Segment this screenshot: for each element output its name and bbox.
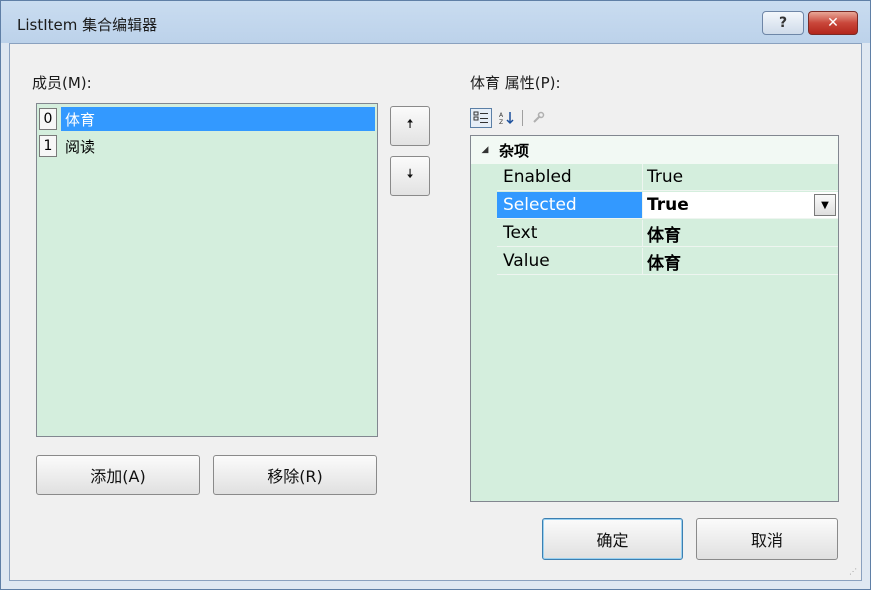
member-text: 体育 — [61, 107, 375, 131]
dialog-client-area: 成员(M): 0 体育 1 阅读 🠅 🠇 添加(A) 移除(R) 体育 属性(P… — [9, 43, 862, 581]
categorized-glyph — [473, 111, 488, 123]
wrench-glyph — [533, 111, 545, 123]
collection-editor-window: ListItem 集合编辑器 ? ✕ 成员(M): 0 体育 1 阅读 🠅 🠇 … — [0, 0, 871, 590]
wrench-icon[interactable] — [527, 108, 549, 128]
title-bar[interactable]: ListItem 集合编辑器 ? ✕ — [1, 1, 870, 43]
window-title: ListItem 集合编辑器 — [17, 16, 158, 34]
property-name: Enabled — [497, 164, 643, 191]
members-list[interactable]: 0 体育 1 阅读 — [36, 103, 378, 437]
property-value-editor[interactable]: True ▼ — [643, 192, 838, 219]
property-value[interactable]: 体育 — [643, 248, 838, 275]
property-name: Selected — [497, 192, 643, 219]
property-value[interactable]: True — [643, 164, 838, 191]
member-index: 0 — [39, 108, 57, 130]
property-row-text[interactable]: Text 体育 — [471, 220, 838, 248]
resize-grip-icon[interactable]: ⋰ — [849, 567, 857, 576]
collapse-triangle-icon[interactable]: ◢ — [471, 145, 499, 155]
toolbar-separator — [522, 110, 523, 126]
category-label: 杂项 — [499, 141, 530, 160]
property-grid[interactable]: ◢ 杂项 Enabled True Selected True ▼ Text 体… — [470, 135, 839, 502]
members-label: 成员(M): — [32, 74, 92, 92]
properties-label: 体育 属性(P): — [470, 74, 561, 92]
alphabetical-glyph: A Z — [499, 112, 514, 125]
property-value[interactable]: 体育 — [643, 220, 838, 247]
property-row-value[interactable]: Value 体育 — [471, 248, 838, 276]
categorized-icon[interactable] — [470, 108, 492, 128]
alphabetical-icon[interactable]: A Z — [496, 108, 518, 128]
dropdown-arrow-icon[interactable]: ▼ — [814, 194, 836, 216]
svg-text:Z: Z — [499, 119, 503, 125]
cancel-button[interactable]: 取消 — [696, 518, 838, 560]
property-row-selected[interactable]: Selected True ▼ — [471, 192, 838, 220]
property-value: True — [647, 195, 689, 215]
help-button[interactable]: ? — [762, 11, 804, 35]
property-row-enabled[interactable]: Enabled True — [471, 164, 838, 192]
arrow-down-icon: 🠇 — [406, 167, 414, 182]
move-up-button[interactable]: 🠅 — [390, 106, 430, 146]
close-icon: ✕ — [827, 15, 839, 31]
member-text: 阅读 — [65, 137, 96, 156]
property-name: Value — [497, 248, 643, 275]
help-icon: ? — [778, 15, 788, 31]
member-item[interactable]: 1 阅读 — [39, 134, 375, 158]
category-misc[interactable]: ◢ 杂项 — [471, 136, 838, 164]
property-name: Text — [497, 220, 643, 247]
member-item[interactable]: 0 体育 — [39, 107, 375, 131]
close-button[interactable]: ✕ — [808, 11, 858, 35]
property-toolbar: A Z — [470, 107, 549, 129]
arrow-up-icon: 🠅 — [406, 117, 414, 132]
move-down-button[interactable]: 🠇 — [390, 156, 430, 196]
add-button[interactable]: 添加(A) — [36, 455, 200, 495]
member-index: 1 — [39, 135, 57, 157]
ok-button[interactable]: 确定 — [542, 518, 683, 560]
remove-button[interactable]: 移除(R) — [213, 455, 377, 495]
svg-text:A: A — [499, 112, 504, 119]
